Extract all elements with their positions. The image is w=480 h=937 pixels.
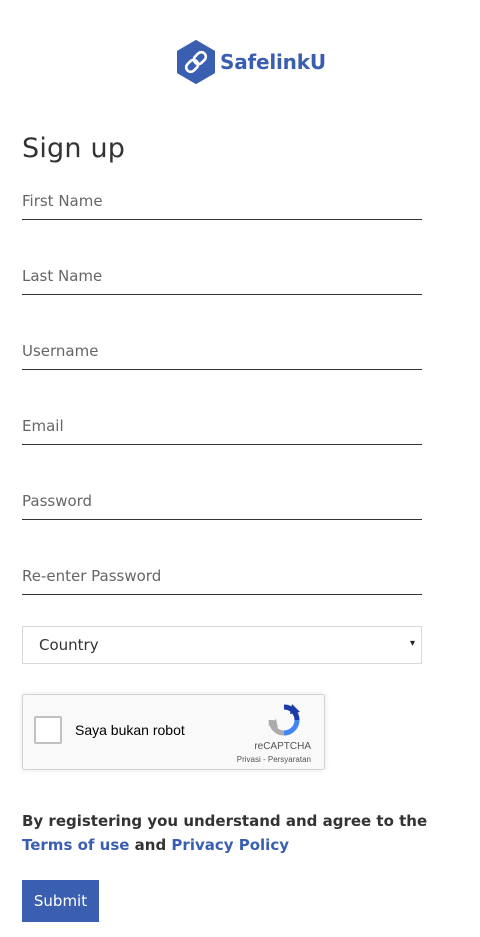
agreement-conjunction: and <box>129 836 172 854</box>
recaptcha-terms-link[interactable]: Persyaratan <box>268 755 311 764</box>
agreement-text: By registering you understand and agree … <box>22 809 442 857</box>
agreement-lead: By registering you understand and agree … <box>22 812 428 830</box>
confirm-password-field <box>22 557 422 595</box>
terms-of-use-link[interactable]: Terms of use <box>22 836 129 854</box>
recaptcha-links: Privasi - Persyaratan <box>237 755 311 764</box>
brand-name: SafelinkU <box>220 50 326 74</box>
recaptcha-logo-icon <box>267 703 301 737</box>
last-name-input[interactable] <box>22 257 422 294</box>
recaptcha-brand: reCAPTCHA <box>254 741 311 752</box>
chain-link-hexagon-icon <box>175 40 217 84</box>
username-field <box>22 332 422 370</box>
recaptcha-links-separator: - <box>260 755 268 764</box>
password-input[interactable] <box>22 482 422 519</box>
first-name-field <box>22 182 422 220</box>
last-name-field <box>22 257 422 295</box>
recaptcha-checkbox-label: Saya bukan robot <box>75 722 185 738</box>
country-select[interactable]: Country ▾ <box>22 626 422 664</box>
country-select-value: Country <box>39 636 99 654</box>
email-field <box>22 407 422 445</box>
confirm-password-input[interactable] <box>22 557 422 594</box>
page-title: Sign up <box>22 133 126 164</box>
recaptcha-checkbox[interactable] <box>34 716 62 744</box>
submit-button[interactable]: Submit <box>22 880 99 922</box>
username-input[interactable] <box>22 332 422 369</box>
first-name-input[interactable] <box>22 182 422 219</box>
privacy-policy-link[interactable]: Privacy Policy <box>171 836 289 854</box>
recaptcha-widget: Saya bukan robot reCAPTCHA Privasi - Per… <box>22 694 325 770</box>
password-field <box>22 482 422 520</box>
recaptcha-privacy-link[interactable]: Privasi <box>237 755 261 764</box>
brand-logo[interactable]: SafelinkU <box>175 40 326 84</box>
email-input[interactable] <box>22 407 422 444</box>
caret-down-icon: ▾ <box>409 638 415 649</box>
